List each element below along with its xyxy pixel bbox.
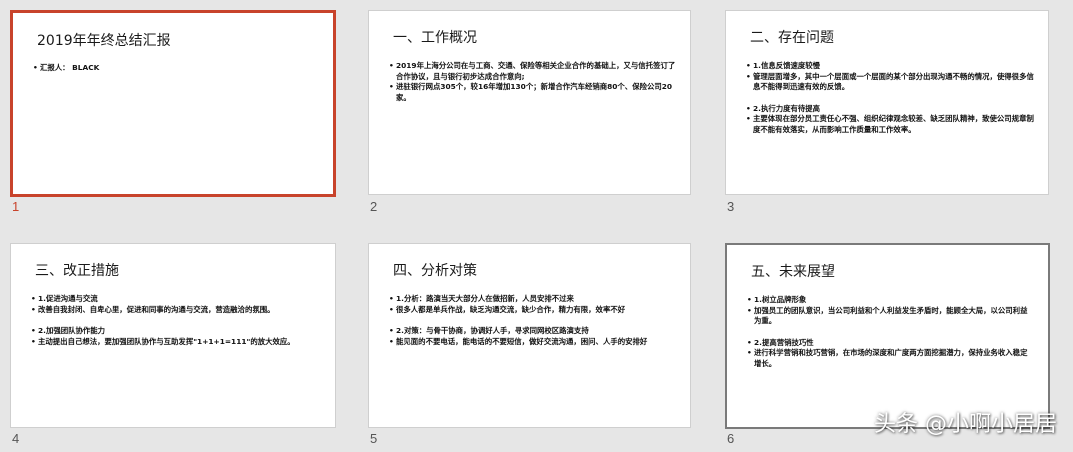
slide-title: 一、工作概况 bbox=[393, 30, 477, 46]
bullet-line: 加强员工的团队意识，当公司利益和个人利益发生矛盾时，能顾全大局，以公司利益为重。 bbox=[747, 306, 1034, 327]
slide-number-1: 1 bbox=[12, 199, 20, 214]
slide-body: 汇报人： BLACK bbox=[33, 63, 319, 74]
bullet-line: 主要体现在部分员工责任心不强、组织纪律观念较差、缺乏团队精神，致使公司规章制度不… bbox=[746, 114, 1034, 135]
bullet-line: 汇报人： BLACK bbox=[33, 63, 319, 74]
bullet-line: 进行科学营销和技巧营销，在市场的深度和广度两方面挖掘潜力，保持业务收入稳定增长。 bbox=[747, 348, 1034, 369]
slide-title: 2019年年终总结汇报 bbox=[37, 33, 171, 49]
bullet-line: 进驻银行网点305个，较16年增加130个；新增合作汽车经销商80个、保险公司2… bbox=[389, 82, 676, 103]
slide-number-5: 5 bbox=[370, 431, 378, 446]
slide-body: 1.树立品牌形象 加强员工的团队意识，当公司利益和个人利益发生矛盾时，能顾全大局… bbox=[747, 295, 1034, 369]
bullet-line: 1.分析：路演当天大部分人在做招新，人员安排不过来 bbox=[389, 294, 676, 305]
bullet-line: 2.提高营销技巧性 bbox=[747, 338, 1034, 349]
bullet-line: 2.执行力度有待提高 bbox=[746, 104, 1034, 115]
slide-thumbnail-1[interactable]: 2019年年终总结汇报 汇报人： BLACK bbox=[10, 10, 336, 197]
slide-thumbnail-3[interactable]: 二、存在问题 1.信息反馈速度较慢 管理层面增多，其中一个层面或一个层面的某个部… bbox=[725, 10, 1049, 195]
slide-title: 五、未来展望 bbox=[751, 264, 835, 280]
bullet-line: 改善自我封闭、自卑心里，促进和同事的沟通与交流，营造融洽的氛围。 bbox=[31, 305, 321, 316]
slide-thumbnail-5[interactable]: 四、分析对策 1.分析：路演当天大部分人在做招新，人员安排不过来 很多人都是单兵… bbox=[368, 243, 691, 428]
bullet-line: 主动提出自己想法，要加强团队协作与互助发挥"1+1+1=111"的放大效应。 bbox=[31, 337, 321, 348]
slide-thumbnail-4[interactable]: 三、改正措施 1.促进沟通与交流 改善自我封闭、自卑心里，促进和同事的沟通与交流… bbox=[10, 243, 336, 428]
slide-number-4: 4 bbox=[12, 431, 20, 446]
bullet-line: 管理层面增多，其中一个层面或一个层面的某个部分出现沟通不畅的情况，使得很多信息不… bbox=[746, 72, 1034, 93]
slide-body: 1.分析：路演当天大部分人在做招新，人员安排不过来 很多人都是单兵作战，缺乏沟通… bbox=[389, 294, 676, 347]
bullet-line: 很多人都是单兵作战，缺乏沟通交流，缺少合作，精力有限，效率不好 bbox=[389, 305, 676, 316]
slide-body: 2019年上海分公司在与工商、交通、保险等相关企业合作的基础上，又与信托签订了合… bbox=[389, 61, 676, 103]
bullet-line: 2.对策：与骨干协商，协调好人手，寻求同网校区路演支持 bbox=[389, 326, 676, 337]
watermark-text: 头条 @小啊小居居 bbox=[874, 412, 1057, 437]
slide-number-3: 3 bbox=[727, 199, 735, 214]
bullet-line: 2019年上海分公司在与工商、交通、保险等相关企业合作的基础上，又与信托签订了合… bbox=[389, 61, 676, 82]
slide-title: 三、改正措施 bbox=[35, 263, 119, 279]
slide-thumbnail-6[interactable]: 五、未来展望 1.树立品牌形象 加强员工的团队意识，当公司利益和个人利益发生矛盾… bbox=[725, 243, 1050, 429]
bullet-line: 1.促进沟通与交流 bbox=[31, 294, 321, 305]
slide-number-6: 6 bbox=[727, 431, 735, 446]
bullet-line: 能见面的不要电话，能电话的不要短信，做好交流沟通，困问、人手的安排好 bbox=[389, 337, 676, 348]
slide-title: 四、分析对策 bbox=[393, 263, 477, 279]
bullet-line: 1.树立品牌形象 bbox=[747, 295, 1034, 306]
slide-number-2: 2 bbox=[370, 199, 378, 214]
bullet-line: 2.加强团队协作能力 bbox=[31, 326, 321, 337]
slide-body: 1.信息反馈速度较慢 管理层面增多，其中一个层面或一个层面的某个部分出现沟通不畅… bbox=[746, 61, 1034, 135]
slide-title: 二、存在问题 bbox=[750, 30, 834, 46]
bullet-line: 1.信息反馈速度较慢 bbox=[746, 61, 1034, 72]
slide-body: 1.促进沟通与交流 改善自我封闭、自卑心里，促进和同事的沟通与交流，营造融洽的氛… bbox=[31, 294, 321, 347]
slide-thumbnail-2[interactable]: 一、工作概况 2019年上海分公司在与工商、交通、保险等相关企业合作的基础上，又… bbox=[368, 10, 691, 195]
